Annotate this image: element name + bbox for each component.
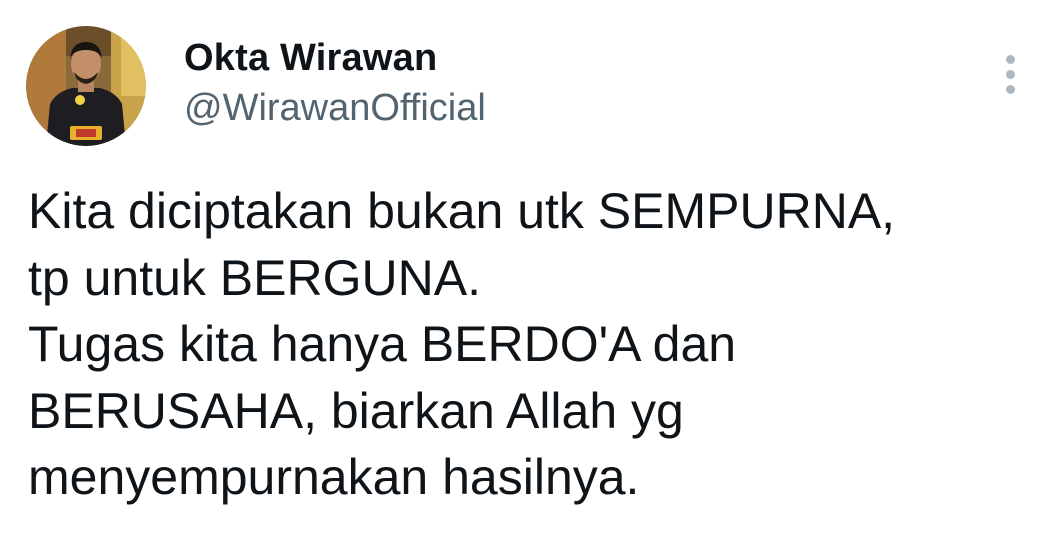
tweet-text-line: tp untuk BERGUNA. <box>28 249 481 306</box>
tweet-card: Okta Wirawan @WirawanOfficial Kita dicip… <box>0 0 1044 536</box>
tweet-text-line: Tugas kita hanya BERDO'A dan <box>28 316 737 372</box>
tweet-text-line: BERUSAHA, biarkan Allah yg <box>28 382 684 439</box>
tweet-text-line: menyempurnakan hasilnya. <box>28 449 640 505</box>
tweet-text-line: Kita diciptakan bukan utk SEMPURNA, <box>28 183 896 239</box>
author-display-name[interactable]: Okta Wirawan <box>184 36 437 80</box>
author-avatar[interactable] <box>26 26 146 146</box>
more-options-button[interactable] <box>996 50 1026 100</box>
profile-photo-icon <box>26 26 146 146</box>
author-handle[interactable]: @WirawanOfficial <box>184 86 486 130</box>
tweet-text: Kita diciptakan bukan utk SEMPURNA, tp u… <box>28 178 1028 511</box>
